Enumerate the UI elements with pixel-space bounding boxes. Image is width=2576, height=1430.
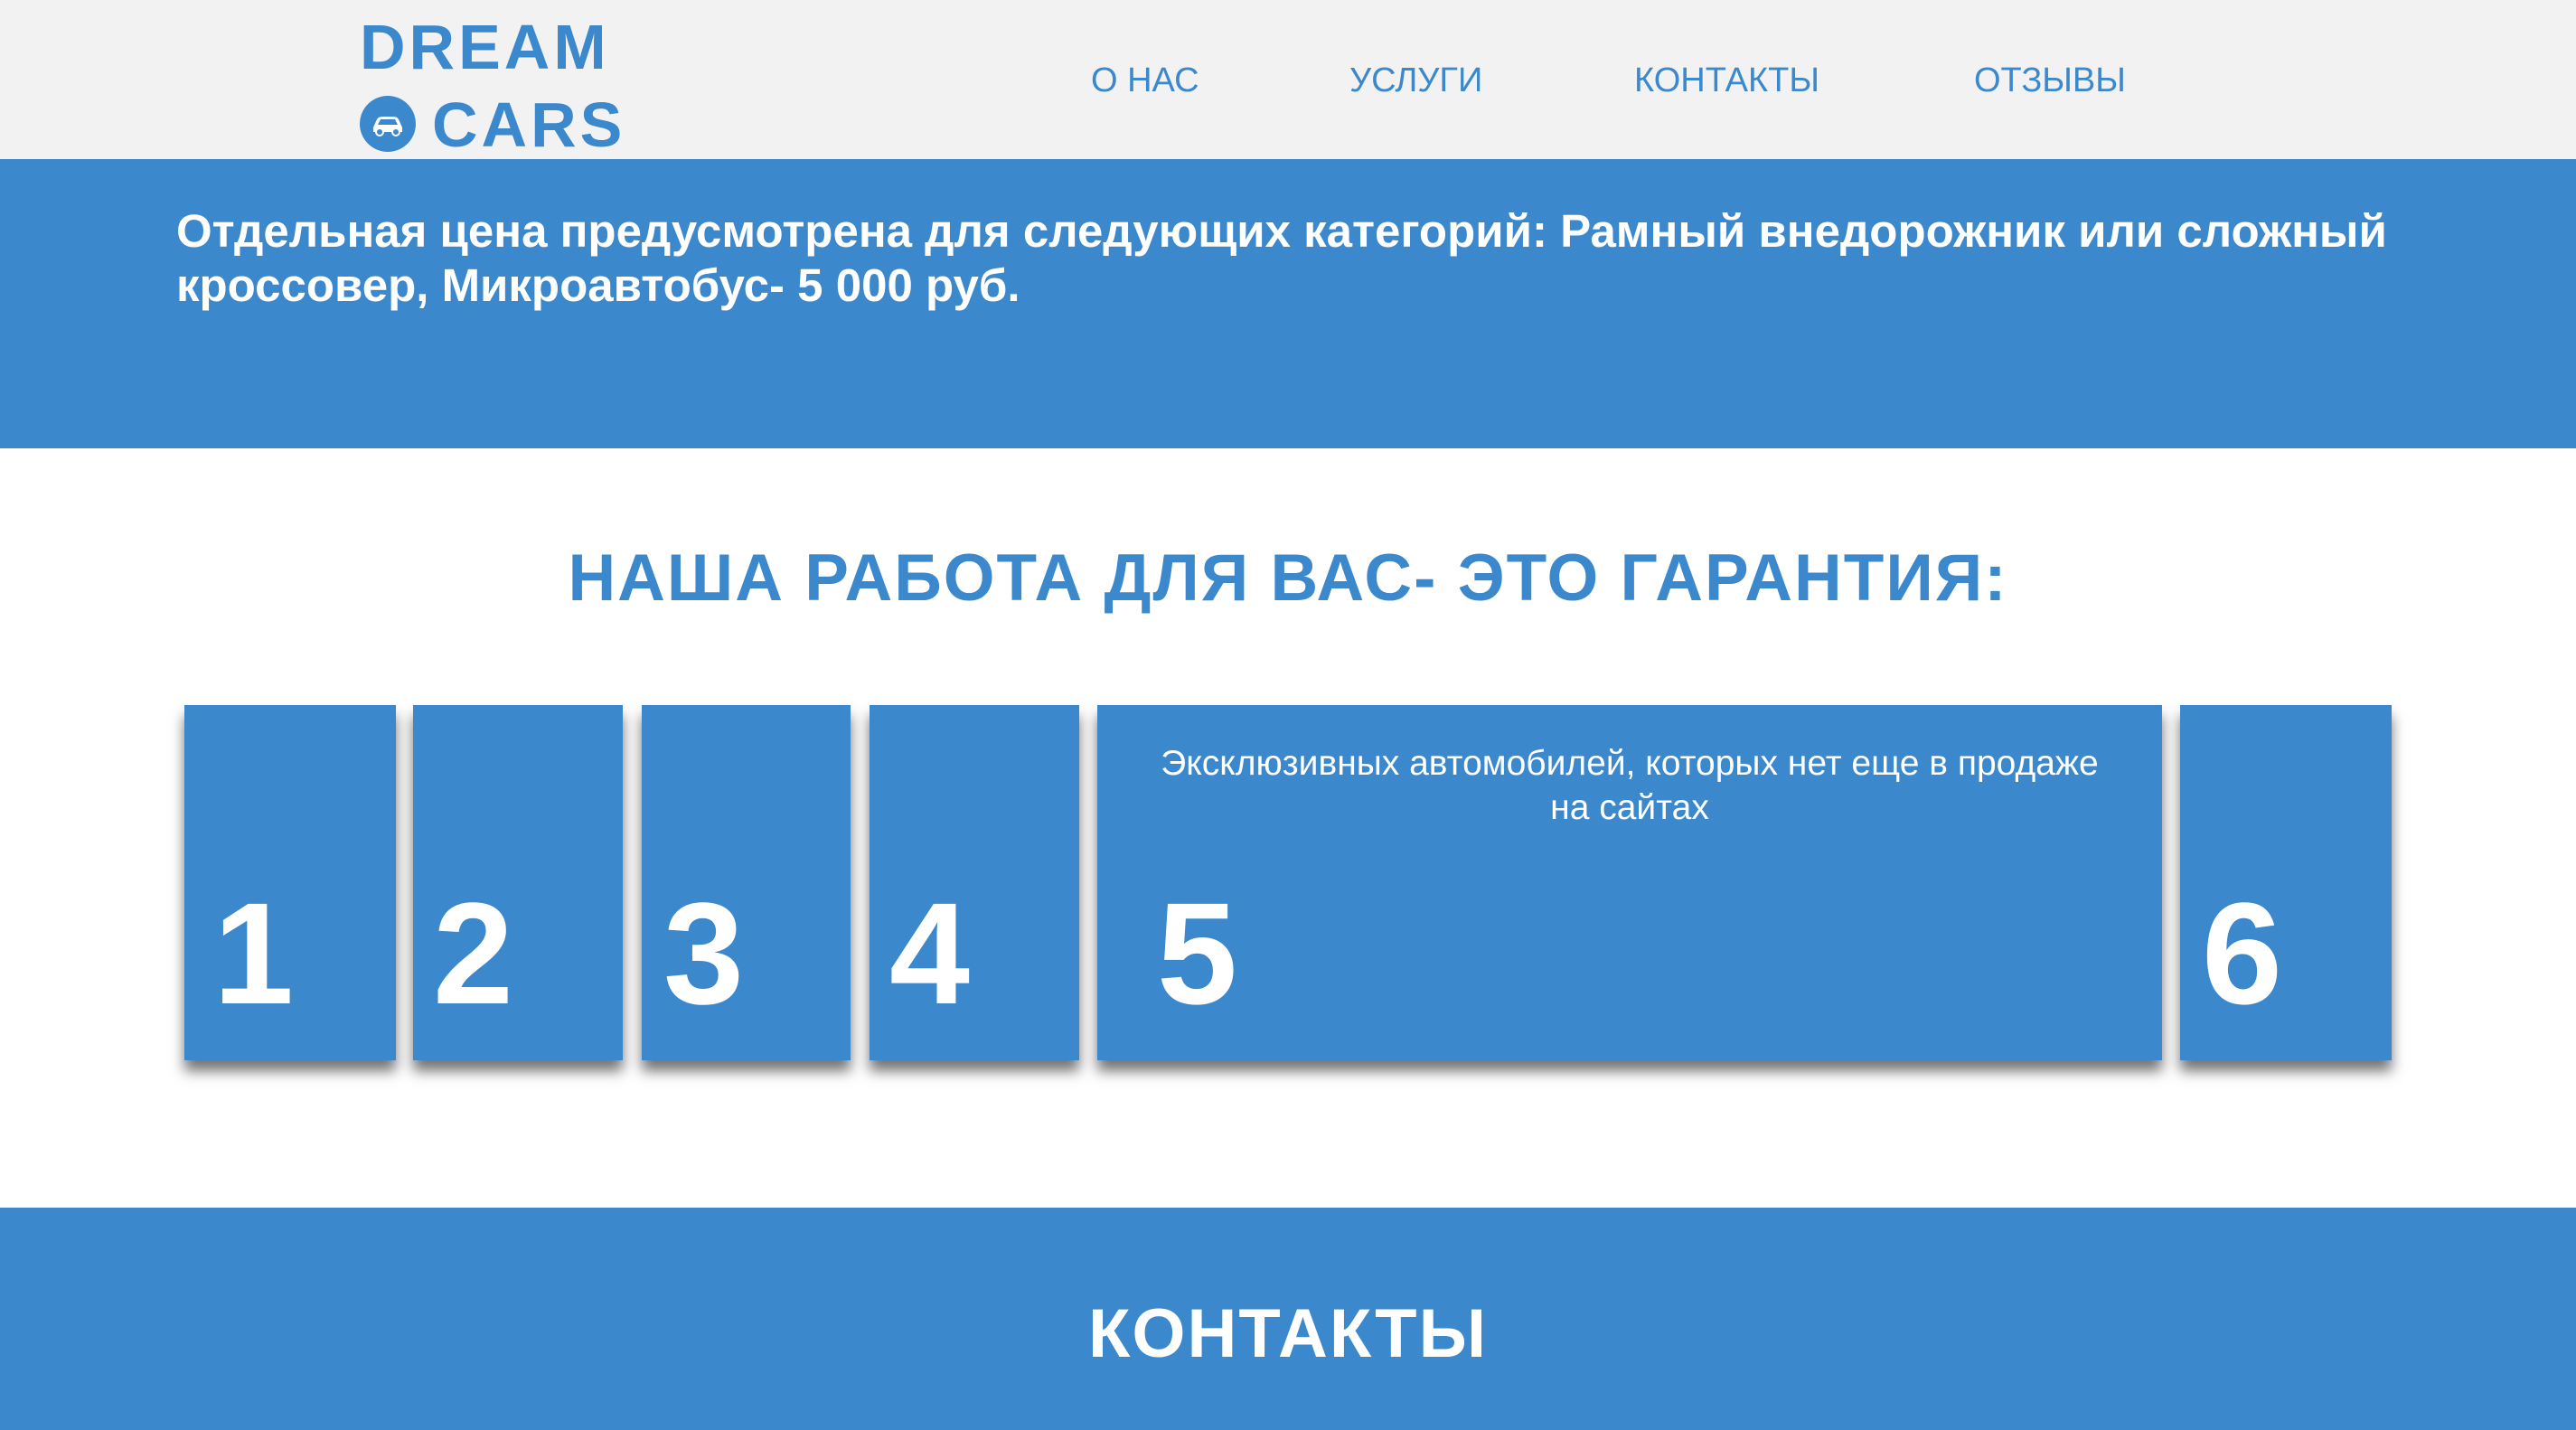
card-description: Эксклюзивных автомобилей, которых нет ещ… — [1161, 744, 2099, 827]
site-header: DREAM CARS О НАС УСЛУГИ КОНТАКТЫ ОТЗЫВЫ — [0, 0, 2576, 160]
contacts-section: КОНТАКТЫ — [0, 1208, 2576, 1430]
card-number: 4 — [889, 872, 970, 1034]
card-number: 6 — [2202, 872, 2282, 1034]
guarantee-title: НАША РАБОТА ДЛЯ ВАС- ЭТО ГАРАНТИЯ: — [568, 541, 2008, 615]
price-note-text: Отдельная цена предусмотрена для следующ… — [176, 205, 2387, 311]
card-number: 3 — [663, 872, 744, 1034]
price-note-section: Отдельная цена предусмотрена для следующ… — [0, 159, 2576, 448]
guarantee-card-3[interactable]: 3 — [642, 705, 851, 1060]
logo-line1: DREAM — [360, 12, 610, 82]
card-number: 5 — [1157, 872, 1237, 1034]
guarantee-card-4[interactable]: 4 — [870, 705, 1079, 1060]
guarantee-card-2[interactable]: 2 — [413, 705, 623, 1060]
logo-line2: CARS — [432, 89, 626, 160]
nav-item-reviews[interactable]: ОТЗЫВЫ — [1974, 58, 2126, 103]
card-number: 1 — [213, 872, 294, 1034]
card-number: 2 — [433, 872, 513, 1034]
contacts-title: КОНТАКТЫ — [1087, 1295, 1488, 1372]
guarantee-card-1[interactable]: 1 — [184, 705, 396, 1060]
guarantee-card-5[interactable]: Эксклюзивных автомобилей, которых нет ещ… — [1097, 705, 2162, 1060]
guarantee-card-6[interactable]: 6 — [2180, 705, 2392, 1060]
nav-item-contacts[interactable]: КОНТАКТЫ — [1634, 58, 1819, 103]
nav-item-about[interactable]: О НАС — [1091, 58, 1199, 103]
logo[interactable]: DREAM CARS — [360, 11, 631, 160]
nav-item-services[interactable]: УСЛУГИ — [1349, 58, 1482, 103]
car-emblem-icon — [360, 96, 416, 152]
